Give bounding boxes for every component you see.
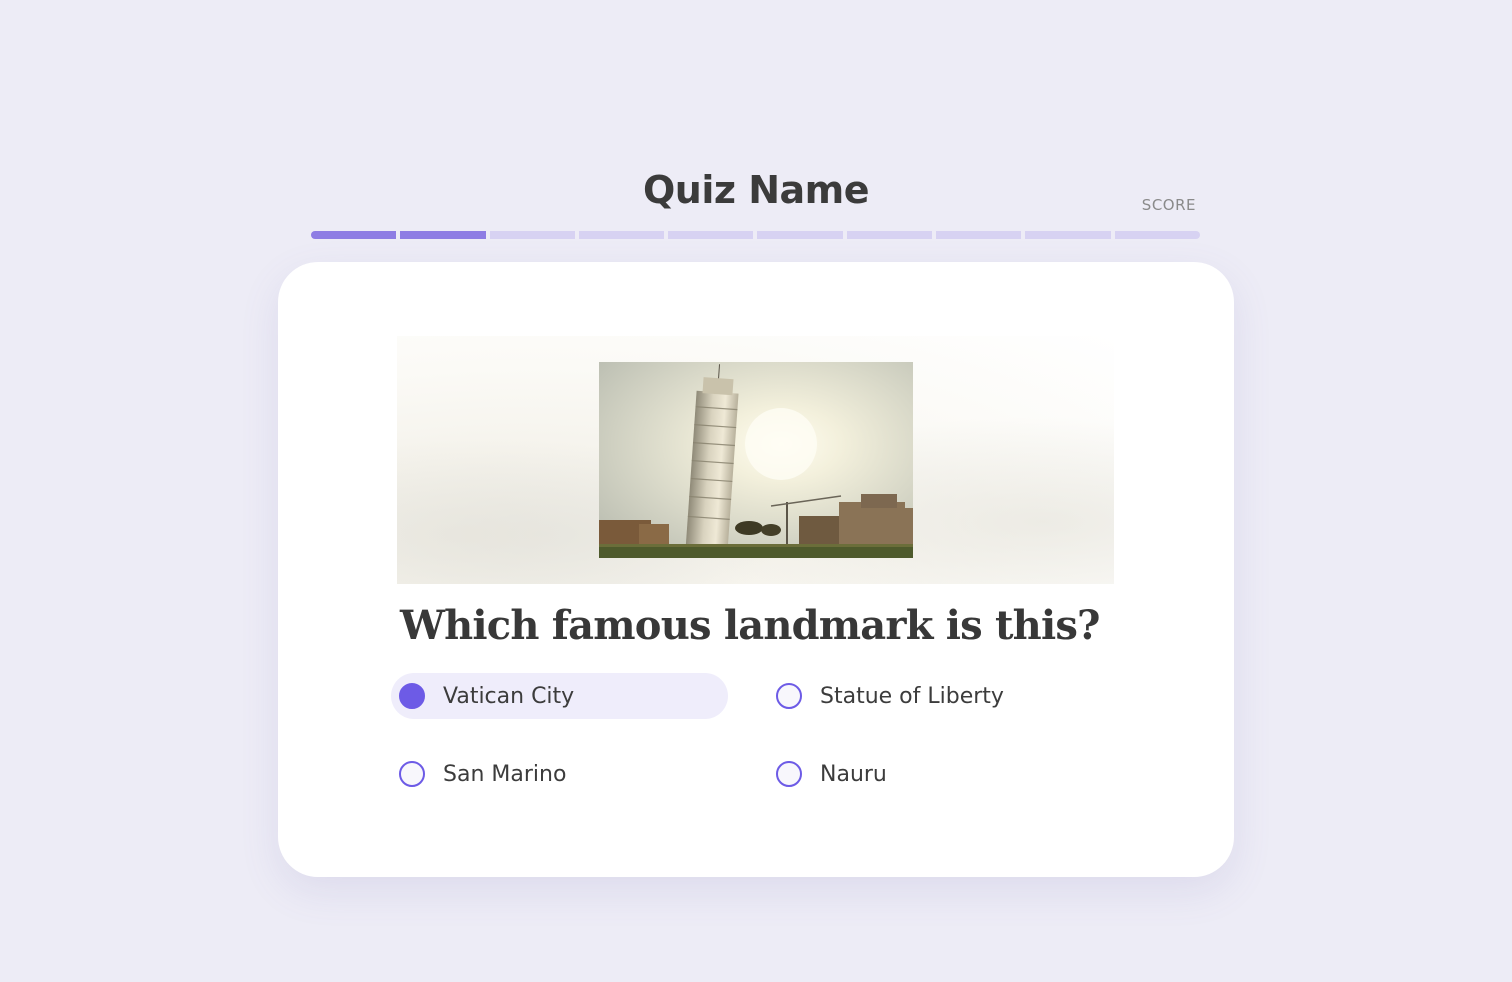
progress-segment — [668, 231, 754, 239]
option-statue-of-liberty[interactable]: Statue of Liberty — [768, 673, 1105, 719]
progress-bar — [311, 231, 1200, 239]
question-image-frame — [397, 336, 1114, 584]
progress-segment — [400, 231, 486, 239]
radio-selected-icon[interactable] — [399, 683, 425, 709]
leaning-tower-photo — [599, 362, 913, 558]
question-card: Which famous landmark is this? Vatican C… — [278, 262, 1234, 877]
progress-segment — [1025, 231, 1111, 239]
radio-unselected-icon[interactable] — [776, 761, 802, 787]
progress-segment — [757, 231, 843, 239]
question-text: Which famous landmark is this? — [400, 602, 1101, 649]
score-label: SCORE — [1141, 196, 1196, 214]
progress-segment — [489, 231, 575, 239]
option-label: San Marino — [443, 761, 567, 787]
option-san-marino[interactable]: San Marino — [391, 751, 728, 797]
quiz-title: Quiz Name — [642, 168, 870, 212]
option-label: Vatican City — [443, 683, 575, 709]
option-nauru[interactable]: Nauru — [768, 751, 1105, 797]
option-label: Nauru — [820, 761, 887, 787]
option-vatican-city[interactable]: Vatican City — [391, 673, 728, 719]
radio-unselected-icon[interactable] — [399, 761, 425, 787]
radio-unselected-icon[interactable] — [776, 683, 802, 709]
progress-segment — [578, 231, 665, 239]
progress-segment — [1114, 231, 1200, 239]
progress-segment — [936, 231, 1022, 239]
progress-segment — [311, 231, 397, 239]
option-label: Statue of Liberty — [820, 683, 1004, 709]
progress-segment — [846, 231, 933, 239]
